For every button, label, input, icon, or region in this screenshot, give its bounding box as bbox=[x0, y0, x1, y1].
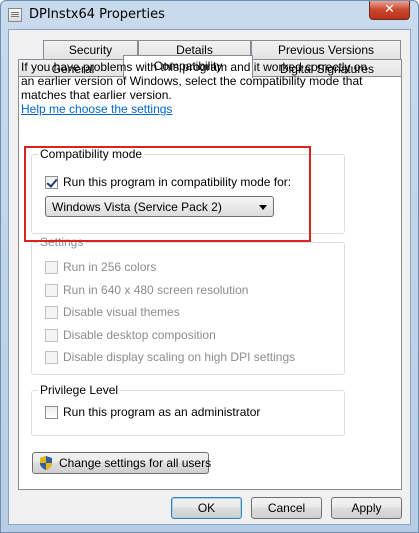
setting-checkbox bbox=[45, 261, 58, 274]
uac-shield-icon bbox=[40, 456, 52, 470]
change-settings-label: Change settings for all users bbox=[59, 456, 212, 470]
intro-text: If you have problems with this program a… bbox=[21, 60, 368, 102]
change-settings-all-users-button[interactable]: Change settings for all users bbox=[32, 452, 212, 474]
tab-previous-versions[interactable]: Previous Versions bbox=[251, 40, 401, 59]
setting-checkbox bbox=[45, 351, 58, 364]
setting-checkbox bbox=[45, 306, 58, 319]
setting-checkbox bbox=[45, 284, 58, 297]
close-button[interactable]: ✕ bbox=[369, 1, 410, 20]
setting-checkbox bbox=[45, 329, 58, 342]
program-icon bbox=[8, 8, 22, 22]
apply-button[interactable]: Apply bbox=[331, 497, 402, 519]
run-as-admin-checkbox[interactable] bbox=[45, 406, 58, 419]
setting-label: Disable desktop composition bbox=[63, 328, 216, 342]
setting-label: Run in 256 colors bbox=[63, 260, 157, 274]
privilege-level-label: Privilege Level bbox=[38, 383, 121, 397]
help-choose-settings-link[interactable]: Help me choose the settings bbox=[21, 102, 172, 116]
setting-label: Disable display scaling on high DPI sett… bbox=[63, 350, 296, 364]
highlight-rectangle bbox=[24, 146, 311, 242]
cancel-button[interactable]: Cancel bbox=[251, 497, 322, 519]
setting-label: Disable visual themes bbox=[63, 305, 180, 319]
setting-label: Run in 640 x 480 screen resolution bbox=[63, 283, 249, 297]
run-as-admin-label: Run this program as an administrator bbox=[63, 405, 261, 419]
window-title: DPInstx64 Properties bbox=[29, 7, 165, 22]
ok-button[interactable]: OK bbox=[171, 497, 242, 519]
properties-dialog: DPInstx64 Properties ✕ Security Details … bbox=[0, 0, 419, 533]
title-bar[interactable]: DPInstx64 Properties ✕ bbox=[1, 1, 418, 29]
